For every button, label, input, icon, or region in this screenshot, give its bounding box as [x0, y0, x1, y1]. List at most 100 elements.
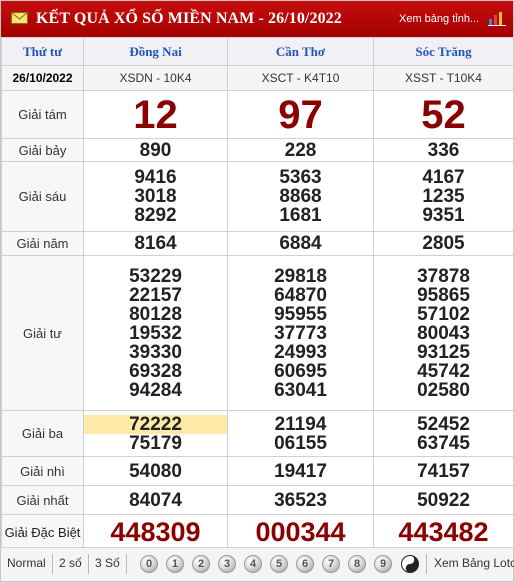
prize-cell-can-tho: 29818 64870 95955 37773 24993 60695 63041	[227, 255, 374, 411]
draw-date: 26/10/2022	[1, 65, 84, 91]
divider	[88, 554, 89, 574]
winning-number: 60695	[274, 360, 327, 382]
yin-yang-icon[interactable]	[401, 555, 419, 573]
winning-number: 93125	[417, 341, 470, 363]
prize-cell-dong-nai: 54080	[83, 456, 228, 486]
winning-number: 94284	[129, 379, 182, 401]
draw-code: XSDN - 10K4	[83, 65, 228, 91]
mail-icon	[11, 12, 28, 24]
view-province-table-link[interactable]: Xem bảng tỉnh...	[399, 13, 479, 25]
prize-label: Giải nhất	[1, 485, 84, 515]
digit-filter-ball[interactable]: 7	[322, 555, 340, 573]
digit-filter-ball[interactable]: 1	[166, 555, 184, 573]
winning-number: 9351	[422, 205, 465, 226]
prize-cell-soc-trang: 4167 1235 9351	[373, 161, 514, 232]
prize-row: Giải tư 53229 22157 80128 19532 39330 69328 942…	[1, 255, 514, 411]
winning-number: 63041	[274, 379, 327, 401]
winning-number: 19417	[274, 460, 327, 482]
prize-cell-soc-trang: 74157	[373, 456, 514, 486]
winning-number: 228	[284, 139, 317, 161]
prize-cell-soc-trang: 2805	[373, 231, 514, 256]
winning-number: 19532	[129, 322, 182, 344]
prize-cell-soc-trang: 37878 95865 57102 80043 93125 45742 02580	[373, 255, 514, 411]
divider	[52, 554, 53, 574]
winning-number: 8292	[134, 205, 177, 226]
winning-number: 95865	[417, 284, 470, 306]
winning-number: 1681	[279, 205, 322, 226]
winning-number: 02580	[417, 379, 470, 401]
page-title: KẾT QUẢ XỔ SỐ MIỀN NAM - 26/10/2022	[36, 10, 342, 27]
digit-filter-ball[interactable]: 8	[348, 555, 366, 573]
province-dong-nai[interactable]: Đồng Nai	[83, 37, 228, 66]
winning-number: 69328	[129, 360, 182, 382]
winning-number: 80128	[129, 303, 182, 325]
draw-code: XSCT - K4T10	[227, 65, 374, 91]
prize-cell-soc-trang: 50922	[373, 485, 514, 515]
tab-normal[interactable]: Normal	[7, 556, 46, 570]
winning-number: 21194	[274, 413, 327, 435]
winning-number: 448309	[110, 517, 201, 547]
tab-2-digits[interactable]: 2 số	[59, 556, 82, 570]
prize-label: Giải nhì	[1, 456, 84, 486]
digit-filter-ball[interactable]: 4	[244, 555, 262, 573]
prize-cell-can-tho: 19417	[227, 456, 374, 486]
winning-number: 45742	[417, 360, 470, 382]
prize-cell-can-tho: 97	[227, 90, 374, 139]
digit-filter-ball[interactable]: 5	[270, 555, 288, 573]
divider	[426, 554, 427, 574]
digit-filter-ball[interactable]: 9	[374, 555, 392, 573]
chart-icon[interactable]	[488, 10, 506, 26]
prize-label: Giải bảy	[1, 138, 84, 162]
province-can-tho[interactable]: Cần Thơ	[227, 37, 374, 66]
winning-number: 443482	[398, 517, 489, 547]
winning-number: 12	[133, 92, 178, 137]
winning-number: 57102	[417, 303, 470, 325]
winning-number: 336	[427, 139, 460, 161]
prize-label: Giải tám	[1, 90, 84, 139]
prize-row: Giải bảy 890 228 336	[1, 138, 514, 162]
prize-cell-dong-nai: 53229 22157 80128 19532 39330 69328 94284	[83, 255, 228, 411]
winning-number: 2805	[422, 233, 465, 254]
draw-code-row: 26/10/2022 XSDN - 10K4 XSCT - K4T10 XSST…	[1, 65, 514, 91]
winning-number: 29818	[274, 265, 327, 287]
winning-number: 63745	[417, 432, 470, 454]
day-of-week: Thứ tư	[1, 37, 84, 66]
winning-number: 9416	[134, 167, 177, 188]
winning-number: 36523	[274, 489, 327, 511]
prize-label: Giải năm	[1, 231, 84, 256]
draw-code: XSST - T10K4	[373, 65, 514, 91]
view-loto-table-link[interactable]: Xem Bảng Loto	[434, 556, 514, 570]
digit-filter-ball[interactable]: 2	[192, 555, 210, 573]
prize-label: Giải ba	[1, 410, 84, 457]
prize-cell-soc-trang: 336	[373, 138, 514, 162]
digit-filter-ball[interactable]: 0	[140, 555, 158, 573]
digit-filter-ball[interactable]: 3	[218, 555, 236, 573]
winning-number: 50922	[417, 489, 470, 511]
winning-number: 37773	[274, 322, 327, 344]
province-soc-trang[interactable]: Sóc Trăng	[373, 37, 514, 66]
winning-number: 97	[278, 92, 323, 137]
prize-label: Giải Đặc Biệt	[1, 514, 84, 550]
results-table: Thứ tư Đồng Nai Cần Thơ Sóc Trăng 26/10/…	[1, 37, 514, 550]
winning-number: 37878	[417, 265, 470, 287]
prize-row: Giải sáu 9416 3018 8292 5363 8868 1681 4167 1235…	[1, 161, 514, 232]
divider	[126, 554, 127, 574]
tab-3-digits[interactable]: 3 Số	[95, 556, 120, 570]
digit-filter-ball[interactable]: 6	[296, 555, 314, 573]
winning-number: 8164	[134, 233, 177, 254]
winning-number: 24993	[274, 341, 327, 363]
winning-number: 75179	[129, 432, 182, 454]
winning-number: 4167	[422, 167, 465, 188]
prize-label: Giải tư	[1, 255, 84, 411]
results-header: KẾT QUẢ XỔ SỐ MIỀN NAM - 26/10/2022 Xem …	[1, 1, 513, 37]
prize-cell-dong-nai: 12	[83, 90, 228, 139]
prize-cell-dong-nai: 9416 3018 8292	[83, 161, 228, 232]
prize-cell-can-tho: 228	[227, 138, 374, 162]
prize-label: Giải sáu	[1, 161, 84, 232]
prize-row: Giải năm 8164 6884 2805	[1, 231, 514, 256]
winning-number: 1235	[422, 186, 465, 207]
winning-number: 6884	[279, 233, 322, 254]
winning-number: 95955	[274, 303, 327, 325]
prize-cell-dong-nai: 72222 75179	[83, 410, 228, 457]
prize-cell-dong-nai: 84074	[83, 485, 228, 515]
